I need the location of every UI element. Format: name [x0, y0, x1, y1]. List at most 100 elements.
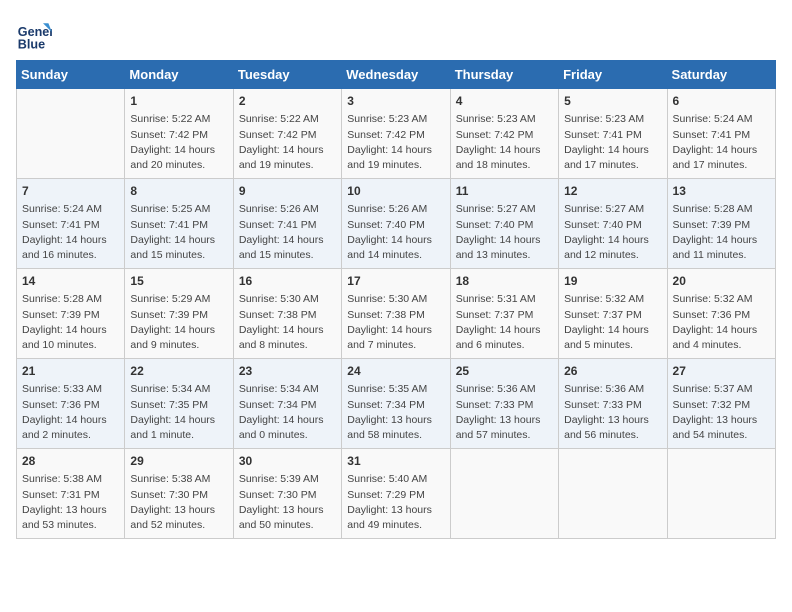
day-number: 22 [130, 363, 227, 380]
day-number: 23 [239, 363, 336, 380]
day-number: 24 [347, 363, 444, 380]
calendar-row-4: 28 Sunrise: 5:38 AM Sunset: 7:31 PM Dayli… [17, 449, 776, 539]
calendar-cell: 29 Sunrise: 5:38 AM Sunset: 7:30 PM Dayli… [125, 449, 233, 539]
cell-content: Sunrise: 5:23 AM Sunset: 7:42 PM Dayligh… [456, 112, 553, 173]
calendar-cell [667, 449, 775, 539]
col-header-tuesday: Tuesday [233, 61, 341, 89]
cell-content: Sunrise: 5:25 AM Sunset: 7:41 PM Dayligh… [130, 202, 227, 263]
svg-text:Blue: Blue [18, 37, 45, 51]
calendar-cell: 23 Sunrise: 5:34 AM Sunset: 7:34 PM Dayli… [233, 359, 341, 449]
calendar-cell: 18 Sunrise: 5:31 AM Sunset: 7:37 PM Dayli… [450, 269, 558, 359]
calendar-row-1: 7 Sunrise: 5:24 AM Sunset: 7:41 PM Daylig… [17, 179, 776, 269]
day-number: 21 [22, 363, 119, 380]
calendar-cell: 6 Sunrise: 5:24 AM Sunset: 7:41 PM Daylig… [667, 89, 775, 179]
col-header-friday: Friday [559, 61, 667, 89]
col-header-thursday: Thursday [450, 61, 558, 89]
calendar-cell: 15 Sunrise: 5:29 AM Sunset: 7:39 PM Dayli… [125, 269, 233, 359]
day-number: 30 [239, 453, 336, 470]
calendar-cell: 1 Sunrise: 5:22 AM Sunset: 7:42 PM Daylig… [125, 89, 233, 179]
day-number: 16 [239, 273, 336, 290]
day-number: 1 [130, 93, 227, 110]
calendar-row-0: 1 Sunrise: 5:22 AM Sunset: 7:42 PM Daylig… [17, 89, 776, 179]
cell-content: Sunrise: 5:22 AM Sunset: 7:42 PM Dayligh… [130, 112, 227, 173]
day-number: 17 [347, 273, 444, 290]
day-number: 12 [564, 183, 661, 200]
calendar-cell: 25 Sunrise: 5:36 AM Sunset: 7:33 PM Dayli… [450, 359, 558, 449]
cell-content: Sunrise: 5:29 AM Sunset: 7:39 PM Dayligh… [130, 292, 227, 353]
calendar-cell: 24Sunrise: 5:35 AM Sunset: 7:34 PM Dayli… [342, 359, 450, 449]
day-number: 14 [22, 273, 119, 290]
cell-content: Sunrise: 5:24 AM Sunset: 7:41 PM Dayligh… [22, 202, 119, 263]
calendar-cell: 10 Sunrise: 5:26 AM Sunset: 7:40 PM Dayli… [342, 179, 450, 269]
calendar-cell: 21 Sunrise: 5:33 AM Sunset: 7:36 PM Dayli… [17, 359, 125, 449]
cell-content: Sunrise: 5:22 AM Sunset: 7:42 PM Dayligh… [239, 112, 336, 173]
calendar-cell: 4 Sunrise: 5:23 AM Sunset: 7:42 PM Daylig… [450, 89, 558, 179]
day-number: 20 [673, 273, 770, 290]
cell-content: Sunrise: 5:24 AM Sunset: 7:41 PM Dayligh… [673, 112, 770, 173]
cell-content: Sunrise: 5:23 AM Sunset: 7:42 PM Dayligh… [347, 112, 444, 173]
cell-content: Sunrise: 5:23 AM Sunset: 7:41 PM Dayligh… [564, 112, 661, 173]
day-number: 6 [673, 93, 770, 110]
calendar-cell: 27 Sunrise: 5:37 AM Sunset: 7:32 PM Dayli… [667, 359, 775, 449]
calendar-cell: 14Sunrise: 5:28 AM Sunset: 7:39 PM Dayli… [17, 269, 125, 359]
header: General Blue [16, 16, 776, 52]
calendar-cell: 9Sunrise: 5:26 AM Sunset: 7:41 PM Daylig… [233, 179, 341, 269]
day-number: 29 [130, 453, 227, 470]
calendar-cell: 17 Sunrise: 5:30 AM Sunset: 7:38 PM Dayli… [342, 269, 450, 359]
cell-content: Sunrise: 5:33 AM Sunset: 7:36 PM Dayligh… [22, 382, 119, 443]
day-number: 28 [22, 453, 119, 470]
cell-content: Sunrise: 5:26 AM Sunset: 7:41 PM Dayligh… [239, 202, 336, 263]
cell-content: Sunrise: 5:36 AM Sunset: 7:33 PM Dayligh… [456, 382, 553, 443]
day-number: 18 [456, 273, 553, 290]
day-number: 5 [564, 93, 661, 110]
calendar-cell: 16Sunrise: 5:30 AM Sunset: 7:38 PM Dayli… [233, 269, 341, 359]
day-number: 2 [239, 93, 336, 110]
calendar-cell: 8 Sunrise: 5:25 AM Sunset: 7:41 PM Daylig… [125, 179, 233, 269]
col-header-monday: Monday [125, 61, 233, 89]
day-number: 26 [564, 363, 661, 380]
cell-content: Sunrise: 5:34 AM Sunset: 7:35 PM Dayligh… [130, 382, 227, 443]
day-number: 27 [673, 363, 770, 380]
col-header-saturday: Saturday [667, 61, 775, 89]
calendar-cell: 7 Sunrise: 5:24 AM Sunset: 7:41 PM Daylig… [17, 179, 125, 269]
calendar-row-3: 21 Sunrise: 5:33 AM Sunset: 7:36 PM Dayli… [17, 359, 776, 449]
calendar-cell [450, 449, 558, 539]
day-number: 31 [347, 453, 444, 470]
day-number: 15 [130, 273, 227, 290]
calendar-cell: 28 Sunrise: 5:38 AM Sunset: 7:31 PM Dayli… [17, 449, 125, 539]
day-number: 10 [347, 183, 444, 200]
calendar-cell: 12Sunrise: 5:27 AM Sunset: 7:40 PM Dayli… [559, 179, 667, 269]
cell-content: Sunrise: 5:30 AM Sunset: 7:38 PM Dayligh… [347, 292, 444, 353]
calendar-cell: 13Sunrise: 5:28 AM Sunset: 7:39 PM Dayli… [667, 179, 775, 269]
calendar-cell: 11 Sunrise: 5:27 AM Sunset: 7:40 PM Dayli… [450, 179, 558, 269]
logo-icon: General Blue [16, 16, 52, 52]
day-number: 19 [564, 273, 661, 290]
cell-content: Sunrise: 5:37 AM Sunset: 7:32 PM Dayligh… [673, 382, 770, 443]
calendar-cell: 26Sunrise: 5:36 AM Sunset: 7:33 PM Dayli… [559, 359, 667, 449]
cell-content: Sunrise: 5:27 AM Sunset: 7:40 PM Dayligh… [456, 202, 553, 263]
day-number: 4 [456, 93, 553, 110]
col-header-sunday: Sunday [17, 61, 125, 89]
day-number: 3 [347, 93, 444, 110]
cell-content: Sunrise: 5:32 AM Sunset: 7:36 PM Dayligh… [673, 292, 770, 353]
cell-content: Sunrise: 5:31 AM Sunset: 7:37 PM Dayligh… [456, 292, 553, 353]
calendar-cell: 19Sunrise: 5:32 AM Sunset: 7:37 PM Dayli… [559, 269, 667, 359]
cell-content: Sunrise: 5:26 AM Sunset: 7:40 PM Dayligh… [347, 202, 444, 263]
calendar-cell: 3 Sunrise: 5:23 AM Sunset: 7:42 PM Daylig… [342, 89, 450, 179]
calendar-cell: 5 Sunrise: 5:23 AM Sunset: 7:41 PM Daylig… [559, 89, 667, 179]
logo: General Blue [16, 16, 52, 52]
day-number: 25 [456, 363, 553, 380]
calendar-row-2: 14Sunrise: 5:28 AM Sunset: 7:39 PM Dayli… [17, 269, 776, 359]
day-number: 8 [130, 183, 227, 200]
day-number: 7 [22, 183, 119, 200]
calendar-cell [559, 449, 667, 539]
day-number: 11 [456, 183, 553, 200]
cell-content: Sunrise: 5:34 AM Sunset: 7:34 PM Dayligh… [239, 382, 336, 443]
cell-content: Sunrise: 5:38 AM Sunset: 7:31 PM Dayligh… [22, 472, 119, 533]
calendar-cell: 30Sunrise: 5:39 AM Sunset: 7:30 PM Dayli… [233, 449, 341, 539]
cell-content: Sunrise: 5:38 AM Sunset: 7:30 PM Dayligh… [130, 472, 227, 533]
calendar-cell: 31Sunrise: 5:40 AM Sunset: 7:29 PM Dayli… [342, 449, 450, 539]
day-number: 13 [673, 183, 770, 200]
calendar-cell [17, 89, 125, 179]
calendar-cell: 20 Sunrise: 5:32 AM Sunset: 7:36 PM Dayli… [667, 269, 775, 359]
